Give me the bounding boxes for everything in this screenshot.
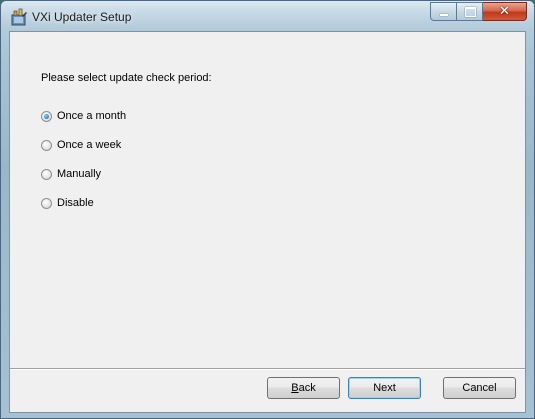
back-label: ack xyxy=(298,382,316,394)
radio-button[interactable] xyxy=(41,197,52,209)
option-once-a-week[interactable]: Once a week xyxy=(41,137,121,153)
option-label: Once a month xyxy=(57,110,127,122)
close-button[interactable]: ✕ xyxy=(483,2,527,21)
radio-button[interactable] xyxy=(41,110,52,122)
option-once-a-month[interactable]: Once a month xyxy=(41,108,126,124)
installer-icon xyxy=(11,8,27,26)
setup-window: VXi Updater Setup ✕ Please select update… xyxy=(0,0,535,419)
radio-button[interactable] xyxy=(41,139,52,151)
option-disable[interactable]: Disable xyxy=(41,195,94,211)
radio-button[interactable] xyxy=(41,168,52,180)
footer-divider-highlight xyxy=(10,369,525,370)
back-button[interactable]: Back xyxy=(267,377,340,399)
option-label: Once a week xyxy=(57,139,122,151)
cancel-button[interactable]: Cancel xyxy=(443,377,516,399)
window-controls: ✕ xyxy=(430,2,527,22)
option-manually[interactable]: Manually xyxy=(41,166,101,182)
minimize-button[interactable] xyxy=(430,2,457,21)
title-bar[interactable]: VXi Updater Setup ✕ xyxy=(1,1,534,31)
next-button[interactable]: Next xyxy=(348,377,421,399)
maximize-button[interactable] xyxy=(457,2,483,21)
prompt-text: Please select update check period: xyxy=(41,72,212,84)
back-mnemonic: B xyxy=(291,382,299,394)
dialog-body: Please select update check period: Once … xyxy=(9,31,526,413)
window-title: VXi Updater Setup xyxy=(32,10,132,24)
minimize-icon xyxy=(440,14,448,16)
maximize-icon xyxy=(465,7,476,17)
close-icon: ✕ xyxy=(499,4,510,19)
option-label: Manually xyxy=(57,168,102,180)
option-label: Disable xyxy=(57,197,94,209)
